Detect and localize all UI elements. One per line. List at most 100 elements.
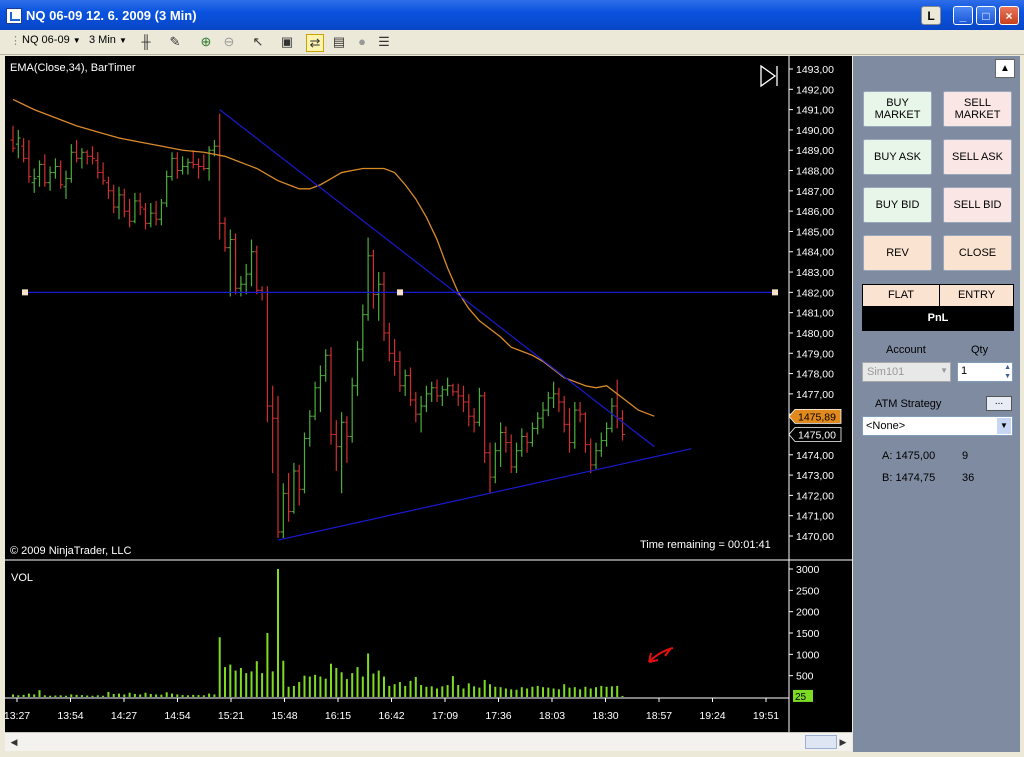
ohlc-bar [487, 442, 493, 494]
collapse-panel-button[interactable]: ▲ [995, 59, 1015, 78]
ohlc-bar [227, 229, 233, 297]
ohlc-bar [561, 395, 567, 433]
time-tick-label: 15:21 [218, 710, 244, 722]
ohlc-bar [492, 442, 498, 484]
ohlc-bar [217, 113, 223, 240]
ohlc-bar [26, 140, 32, 183]
scroll-left-icon[interactable]: ◀ [7, 735, 21, 749]
buy-bid-button[interactable]: BUY BID [863, 187, 932, 223]
sell-market-button[interactable]: SELL MARKET [943, 91, 1012, 127]
price-tick-label: 1479,00 [796, 348, 834, 360]
time-tick-label: 14:54 [164, 710, 190, 722]
atm-settings-button[interactable]: ... [986, 396, 1012, 411]
price-tick-label: 1482,00 [796, 287, 834, 299]
ohlc-bar [84, 150, 90, 165]
ohlc-bar [169, 152, 175, 181]
price-tick-label: 1471,00 [796, 511, 834, 523]
sell-bid-button[interactable]: SELL BID [943, 187, 1012, 223]
reverse-button[interactable]: REV [863, 235, 932, 271]
ohlc-bar [572, 401, 578, 449]
account-label: Account [886, 344, 926, 356]
time-tick-label: 18:03 [539, 710, 565, 722]
line-anchor-handle [397, 289, 403, 296]
ohlc-bar [514, 442, 519, 474]
ohlc-bar [296, 464, 302, 506]
ohlc-bar [535, 412, 541, 435]
bid-price-label: B: 1474,75 [882, 472, 936, 484]
ohlc-bar [143, 203, 148, 230]
ohlc-bar [466, 393, 472, 427]
ohlc-bar [190, 150, 196, 169]
time-tick-label: 16:15 [325, 710, 351, 722]
ohlc-bar [180, 156, 186, 175]
chart-trader-icon[interactable]: ⇄ [306, 34, 324, 52]
close-position-label: CLOSE [958, 247, 997, 259]
bar-type-icon[interactable]: ╫ [138, 34, 154, 50]
zoom-out-icon[interactable]: ⊖ [221, 34, 237, 50]
ohlc-bar [413, 391, 419, 423]
chart-trader-panel: ▲ BUY MARKET SELL MARKET BUY ASK SELL AS… [853, 56, 1020, 752]
ohlc-bar [524, 432, 530, 453]
time-tick-label: 18:30 [592, 710, 618, 722]
quantity-stepper[interactable]: 1 ▲ ▼ [957, 362, 1013, 382]
zoom-in-icon[interactable]: ⊕ [198, 34, 214, 50]
ohlc-bar [42, 154, 48, 187]
close-button[interactable]: × [999, 6, 1019, 25]
chart-scrollbar[interactable]: ◀ ▶ [5, 732, 852, 751]
time-tick-label: 18:57 [646, 710, 672, 722]
ohlc-bar [620, 410, 625, 441]
ohlc-bar [614, 379, 620, 429]
buy-market-button[interactable]: BUY MARKET [863, 91, 932, 127]
scroll-right-icon[interactable]: ▶ [836, 735, 850, 749]
ohlc-bar [164, 170, 170, 208]
ohlc-bar [116, 186, 122, 220]
ohlc-bar [222, 217, 228, 252]
ohlc-bar [264, 286, 270, 423]
account-select[interactable]: Sim101 ▼ [862, 362, 951, 382]
red-arrow-annotation [648, 647, 674, 663]
atm-strategy-select[interactable]: <None> ▼ [862, 416, 1013, 436]
scroll-to-end-icon[interactable] [760, 64, 778, 88]
time-tick-label: 17:09 [432, 710, 458, 722]
price-volume-chart[interactable]: 1493,00 1492,00 1491,00 1490,00 1489,00 1488,… [5, 56, 852, 732]
ohlc-bar [196, 158, 201, 179]
draw-pencil-icon[interactable]: ✎ [167, 34, 183, 50]
ohlc-bar [74, 140, 80, 163]
sell-ask-button[interactable]: SELL ASK [943, 139, 1012, 175]
ohlc-bar [100, 162, 106, 185]
close-position-button[interactable]: CLOSE [943, 235, 1012, 271]
minimize-button[interactable]: _ [953, 6, 973, 25]
ohlc-bar [551, 381, 557, 409]
volume-label: VOL [11, 572, 33, 584]
link-button[interactable]: L [921, 6, 941, 25]
position-flat: FLAT [863, 285, 940, 306]
properties-icon[interactable]: ☰ [376, 34, 392, 50]
reverse-label: REV [886, 247, 909, 259]
indicators-icon[interactable]: ▤ [331, 34, 347, 50]
svg-text:1475,00: 1475,00 [798, 429, 836, 441]
instrument-selector[interactable]: NQ 06-09 ▼ [22, 34, 81, 46]
chart-panel[interactable]: 1493,00 1492,00 1491,00 1490,00 1489,00 1488,… [5, 56, 852, 732]
instrument-label: NQ 06-09 [22, 34, 70, 46]
ohlc-bar [339, 412, 345, 494]
price-tick-label: 1491,00 [796, 105, 834, 117]
maximize-button[interactable]: □ [976, 6, 996, 25]
ohlc-bar [233, 233, 239, 295]
price-tick-label: 1493,00 [796, 64, 834, 76]
interval-selector[interactable]: 3 Min ▼ [89, 34, 127, 46]
price-tick-label: 1492,00 [796, 84, 834, 96]
position-entry: ENTRY [940, 285, 1013, 306]
price-tick-label: 1477,00 [796, 389, 834, 401]
ohlc-bar [201, 154, 207, 171]
ohlc-bar [259, 286, 265, 301]
buy-ask-label: BUY ASK [874, 151, 921, 163]
buy-ask-button[interactable]: BUY ASK [863, 139, 932, 175]
stepper-arrows-icon[interactable]: ▲ ▼ [1004, 363, 1011, 381]
data-box-icon[interactable]: ▣ [279, 34, 295, 50]
ohlc-bar [392, 339, 398, 376]
price-tick-label: 1485,00 [796, 226, 834, 238]
strategies-icon[interactable]: ● [354, 34, 370, 50]
chevron-down-icon: ▼ [72, 36, 81, 45]
scrollbar-thumb[interactable] [805, 735, 837, 749]
cursor-icon[interactable]: ↖ [250, 34, 266, 50]
